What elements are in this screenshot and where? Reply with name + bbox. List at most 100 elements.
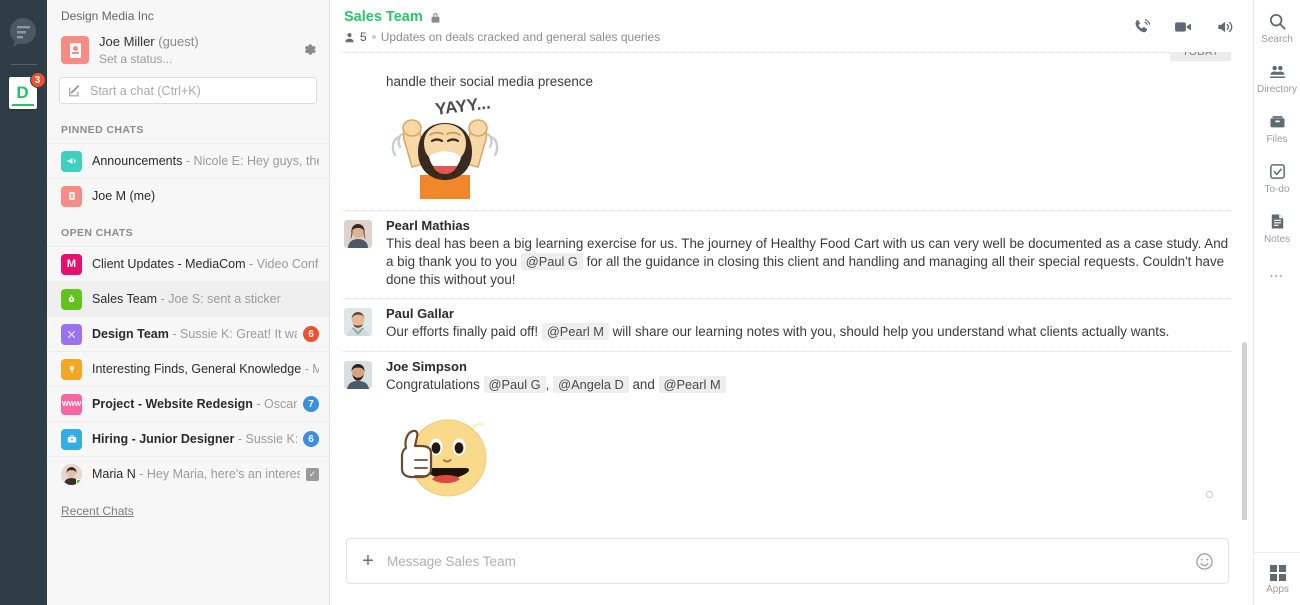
hiring-avatar: [61, 429, 82, 450]
thumbs-up-smiley-sticker[interactable]: [386, 402, 1229, 505]
more-dots-icon[interactable]: …: [1269, 264, 1286, 281]
video-camera-icon[interactable]: [1173, 17, 1193, 37]
right-rail-item-files[interactable]: Files: [1254, 112, 1300, 145]
chat-bubble-logo-icon[interactable]: [7, 16, 41, 50]
chat-row-project-website-redesign[interactable]: WWW Project - Website Redesign - Oscar G…: [47, 386, 329, 421]
phone-call-icon[interactable]: [1131, 17, 1151, 37]
message-input[interactable]: [387, 554, 1195, 569]
chat-name: Hiring - Junior Designer: [92, 432, 234, 446]
chat-row-interesting-finds[interactable]: Interesting Finds, General Knowledge - M…: [47, 351, 329, 386]
message-item: Paul Gallar Our efforts finally paid off…: [330, 298, 1253, 351]
current-user-name: Joe Miller: [99, 34, 155, 49]
joe-m-avatar: [61, 186, 82, 207]
chat-preview: - Nicole E: Hey guys, the N...: [186, 154, 319, 168]
people-icon: [344, 32, 355, 43]
pinned-chats-label: PINNED CHATS: [47, 118, 329, 143]
sidebar: Design Media Inc Joe Miller (guest) Set …: [47, 0, 330, 605]
paul-gallar-avatar[interactable]: [344, 308, 372, 336]
message-list[interactable]: TODAY handle their social media presence…: [330, 52, 1253, 520]
chat-subheader: 5 Updates on deals cracked and general s…: [344, 30, 660, 44]
joe-simpson-avatar[interactable]: [344, 361, 372, 389]
chat-row-design-team[interactable]: Design Team - Sussie K: Great! It was fu…: [47, 316, 329, 351]
chat-preview: - Sussie K: Yes, o...: [238, 432, 297, 446]
maria-n-avatar: [61, 464, 82, 485]
chat-preview: - Hey Maria, here's an interesting...: [139, 467, 300, 481]
right-rail-label: Directory: [1257, 84, 1297, 95]
rail-divider: [11, 64, 37, 65]
lock-icon: [430, 11, 441, 24]
client-updates-avatar: M: [61, 254, 82, 275]
design-team-avatar: [61, 324, 82, 345]
left-app-rail: D 3: [0, 0, 47, 605]
chat-name: Client Updates - MediaCom: [92, 257, 246, 271]
read-receipt-icon: ✓: [306, 468, 319, 481]
chat-preview: - Video Conferenc: [249, 257, 319, 271]
mention-chip[interactable]: @Paul G: [521, 253, 583, 270]
chat-row-hiring-junior-designer[interactable]: Hiring - Junior Designer - Sussie K: Yes…: [47, 421, 329, 456]
current-user-guest-tag: (guest): [158, 34, 198, 49]
right-rail-label: To-do: [1264, 184, 1289, 195]
start-chat-box[interactable]: [59, 77, 317, 104]
chat-name: Maria N: [92, 467, 136, 481]
message-item: Joe Simpson Congratulations @Paul G, @An…: [330, 351, 1253, 515]
sidebar-item-documents[interactable]: D 3: [9, 77, 39, 111]
recent-chats-link[interactable]: Recent Chats: [47, 491, 134, 518]
search-container: [47, 73, 329, 118]
yayy-celebration-sticker[interactable]: YAYY...: [330, 89, 1253, 210]
page-title[interactable]: Sales Team: [344, 9, 423, 25]
separator-dot: [372, 35, 376, 39]
message-text-part: and: [629, 377, 659, 392]
contact-card-avatar-icon: [61, 36, 89, 64]
chat-row-joe-m[interactable]: Joe M (me): [47, 178, 329, 213]
pearl-mathias-avatar[interactable]: [344, 220, 372, 248]
date-divider-label: TODAY: [1170, 52, 1231, 61]
plus-icon[interactable]: +: [359, 551, 377, 571]
mention-chip[interactable]: @Paul G: [484, 376, 546, 393]
composer-container: +: [330, 520, 1253, 605]
message-author: Paul Gallar: [386, 306, 1229, 321]
message-continuation-text: handle their social media presence: [330, 72, 1253, 89]
right-rail-item-todo[interactable]: To-do: [1254, 162, 1300, 195]
message-author: Pearl Mathias: [386, 218, 1229, 233]
mention-chip[interactable]: @Pearl M: [659, 376, 726, 393]
right-rail-item-apps[interactable]: Apps: [1254, 552, 1300, 595]
chat-row-announcements[interactable]: Announcements - Nicole E: Hey guys, the …: [47, 143, 329, 178]
gear-icon[interactable]: [302, 42, 317, 57]
chat-name: Joe M (me): [92, 189, 155, 203]
emoji-smiley-icon[interactable]: [1195, 552, 1214, 571]
speaker-icon[interactable]: [1215, 17, 1235, 37]
right-rail-item-notes[interactable]: Notes: [1254, 212, 1300, 245]
chat-preview: - Joe S: sent a sticker: [161, 292, 281, 306]
member-count: 5: [360, 30, 367, 44]
chat-name: Sales Team: [92, 292, 157, 306]
date-divider-line: [342, 52, 1231, 72]
right-rail-item-search[interactable]: Search: [1254, 12, 1300, 45]
right-rail-item-directory[interactable]: Directory: [1254, 62, 1300, 95]
chat-name: Project - Website Redesign: [92, 397, 253, 411]
organization-name: Design Media Inc: [47, 0, 329, 27]
right-rail-label: Search: [1261, 34, 1293, 45]
main-chat-panel: Sales Team 5 Updates on deals cracked: [330, 0, 1253, 605]
message-text-part: Congratulations: [386, 377, 484, 392]
message-text: Our efforts finally paid off! @Pearl M w…: [386, 323, 1229, 341]
start-chat-input[interactable]: [90, 84, 308, 98]
chat-name: Announcements: [92, 154, 182, 168]
unread-badge: 7: [303, 396, 319, 412]
set-status-link[interactable]: Set a status...: [99, 51, 199, 67]
status-indicator-dot: [1206, 491, 1213, 498]
current-user-row[interactable]: Joe Miller (guest) Set a status...: [47, 27, 329, 73]
chat-preview: - Sussie K: Great! It was fun ...: [172, 327, 297, 341]
message-composer[interactable]: +: [346, 538, 1229, 584]
chat-row-client-updates[interactable]: M Client Updates - MediaCom - Video Conf…: [47, 246, 329, 281]
chat-row-sales-team[interactable]: Sales Team - Joe S: sent a sticker: [47, 281, 329, 316]
chat-name: Interesting Finds, General Knowledge: [92, 362, 301, 376]
message-text-part: ,: [546, 377, 553, 392]
chat-preview: - Maria N: [305, 362, 319, 376]
message-text-part: Our efforts finally paid off!: [386, 324, 542, 339]
mention-chip[interactable]: @Angela D: [553, 376, 629, 393]
chat-preview: - Oscar G: Do...: [256, 397, 297, 411]
message-scrollbar[interactable]: [1242, 342, 1247, 520]
mention-chip[interactable]: @Pearl M: [542, 323, 609, 340]
chat-row-maria-n[interactable]: Maria N - Hey Maria, here's an interesti…: [47, 456, 329, 491]
checkbox-todo-icon: [1268, 162, 1287, 181]
